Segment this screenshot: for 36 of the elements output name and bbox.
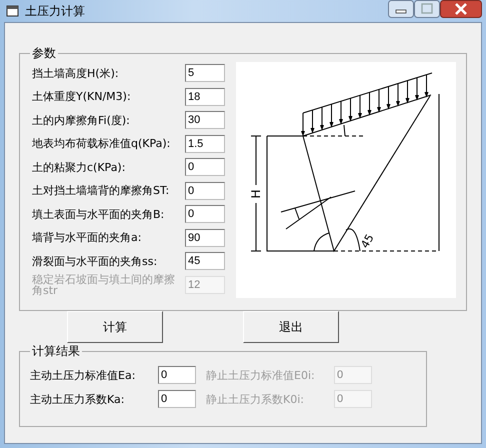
height-label: H — [249, 189, 263, 199]
command-button[interactable]: 退出 — [243, 311, 339, 343]
result-label: 主动土压力标准值Ea: — [30, 368, 136, 382]
close-icon[interactable] — [440, 0, 482, 18]
input-field[interactable]: 30 — [185, 111, 225, 130]
input-field[interactable]: 5 — [185, 64, 225, 82]
field-label: 土对挡土墙墙背的摩擦角ST: — [32, 185, 170, 196]
field-label: 土体重度Y(KN/M3): — [32, 91, 132, 102]
group-title: 参数 — [31, 45, 57, 62]
input-field[interactable]: 0 — [185, 182, 225, 200]
input-field[interactable]: 18 — [185, 88, 225, 106]
field-label: 滑裂面与水平面的夹角ss: — [32, 256, 158, 267]
result-label: 静止土压力标准值E0i: — [206, 368, 316, 382]
minimize-icon[interactable] — [388, 0, 414, 18]
field-label: 土的粘聚力c(KPa): — [32, 162, 126, 173]
maximize-icon[interactable] — [414, 0, 440, 18]
group-title: 计算结果 — [31, 343, 81, 360]
input-field[interactable]: 0 — [185, 205, 225, 224]
result-field[interactable]: 0 — [158, 390, 196, 408]
angle-label: 45 — [358, 232, 377, 251]
field-label: 土的内摩擦角Fi(度): — [32, 114, 131, 126]
input-field[interactable]: 0 — [185, 158, 225, 176]
input-field[interactable]: 1.5 — [185, 134, 225, 153]
result-field[interactable]: 0 — [158, 366, 196, 384]
result-label: 主动土压力系数Ka: — [30, 392, 126, 406]
field-label: 挡土墙高度H(米): — [32, 68, 120, 79]
field-label: 填土表面与水平面的夹角B: — [32, 208, 166, 220]
input-field[interactable]: 90 — [185, 228, 225, 247]
window-icon — [6, 5, 20, 17]
field-label: 墙背与水平面的夹角a: — [32, 232, 142, 244]
window-title: 土压力计算 — [25, 2, 85, 20]
command-button[interactable]: 计算 — [67, 311, 163, 343]
field-label: 稳定岩石坡面与填土间的摩擦角str — [32, 274, 176, 296]
field-label: 地表均布荷载标准值q(KPa): — [32, 138, 172, 150]
input-field[interactable]: 45 — [185, 252, 225, 270]
result-label: 静止土压力系数K0i: — [206, 392, 305, 406]
